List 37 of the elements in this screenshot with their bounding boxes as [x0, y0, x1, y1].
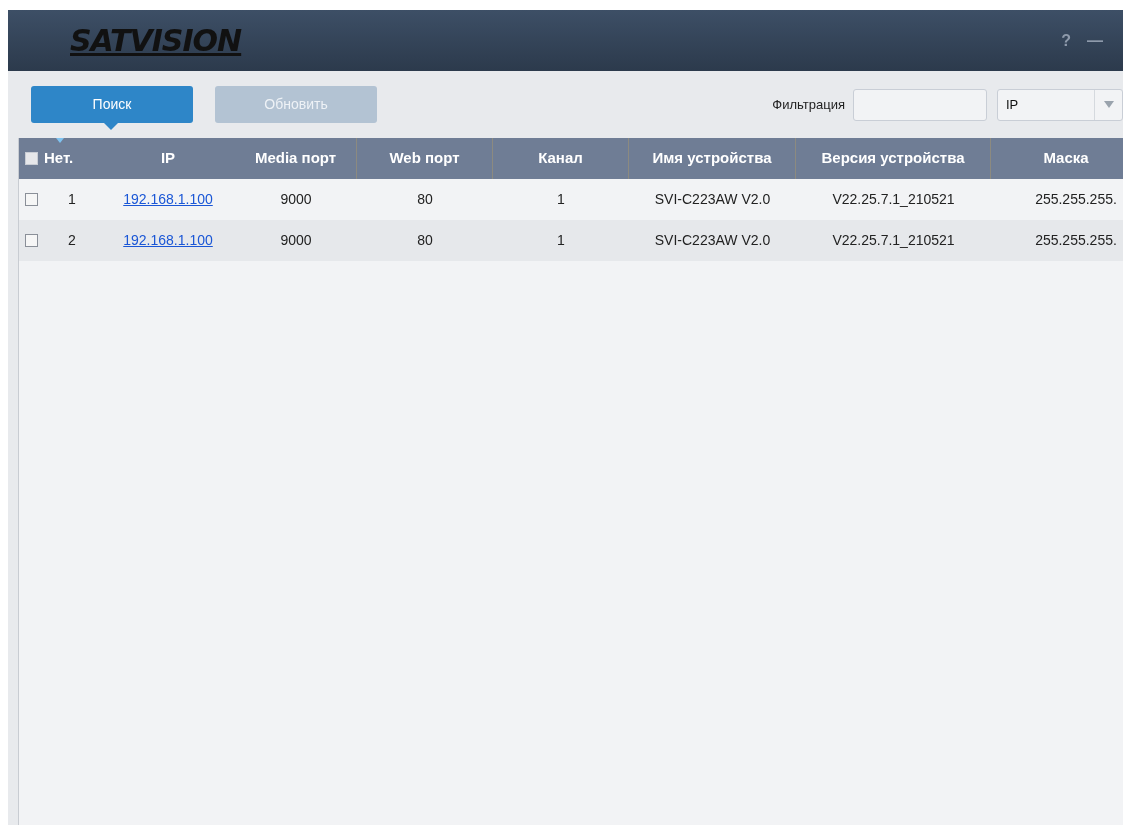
filter-type-dropdown[interactable]: IP: [997, 88, 1123, 121]
logo: SATVISION: [70, 22, 242, 60]
column-header[interactable]: Маска: [1043, 147, 1089, 170]
table-cell-text: V22.25.7.1_210521: [832, 231, 955, 250]
column-header[interactable]: Версия устройства: [821, 147, 965, 170]
column-header[interactable]: Нет.: [44, 147, 74, 170]
dropdown-arrow-icon: [1103, 101, 1114, 108]
table-cell-text: 9000: [280, 190, 312, 209]
table-cell-text: 255.255.255.: [1034, 231, 1117, 250]
pointer-icon: [104, 123, 118, 130]
ip-link[interactable]: 192.168.1.100: [123, 230, 213, 251]
filter-label: Фильтрация: [772, 95, 845, 114]
checkbox[interactable]: [25, 234, 38, 247]
table-cell-text: V22.25.7.1_210521: [832, 190, 955, 209]
table-cell-text: 1: [68, 190, 76, 209]
minimize-button[interactable]: —: [1087, 28, 1103, 53]
checkbox[interactable]: [25, 193, 38, 206]
table-cell-text: 80: [417, 190, 433, 209]
table-cell-text: 255.255.255.: [1034, 190, 1117, 209]
column-header[interactable]: Web порт: [389, 147, 460, 170]
ip-link[interactable]: 192.168.1.100: [123, 189, 213, 210]
table-cell-text: 9000: [280, 231, 312, 250]
filter-field[interactable]: [853, 88, 987, 121]
column-header[interactable]: IP: [160, 147, 176, 170]
table-cell-text: 2: [68, 231, 76, 250]
column-header[interactable]: Имя устройства: [652, 147, 772, 170]
help-button[interactable]: ?: [1061, 28, 1071, 53]
table-row[interactable]: 2 192.168.1.100 9000 80 1 SVI-C223AW V2.0 V22.25.7.1_210521 255.255.255.: [19, 220, 1123, 261]
table-cell-text: SVI-C223AW V2.0: [654, 190, 771, 209]
column-header[interactable]: Канал: [538, 147, 583, 170]
table-cell-text: SVI-C223AW V2.0: [654, 231, 771, 250]
column-header[interactable]: Media порт: [254, 147, 337, 170]
table-cell-text: 80: [417, 231, 433, 250]
checkbox[interactable]: [25, 152, 38, 165]
table-cell-text: 1: [557, 190, 565, 209]
table-cell-text: 1: [557, 231, 565, 250]
sort-icon: [56, 138, 64, 144]
